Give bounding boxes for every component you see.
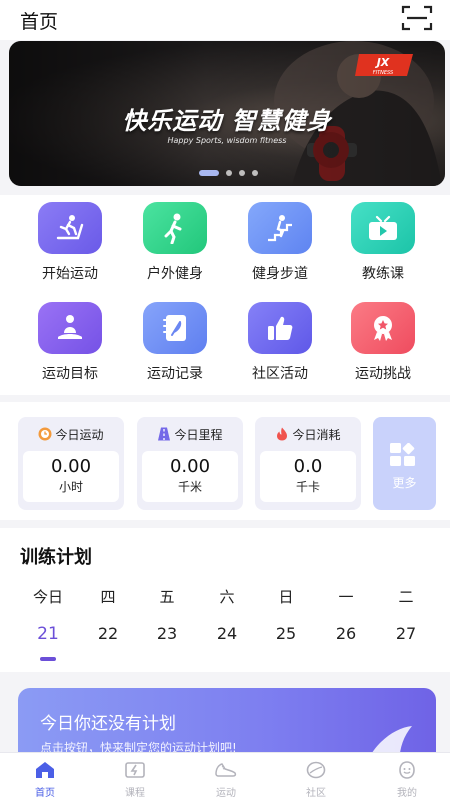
stat-card-mileage[interactable]: 今日里程 0.00 千米 (137, 417, 243, 510)
shortcut-outdoor-fitness[interactable]: 户外健身 (125, 195, 225, 290)
notebook-icon (143, 302, 207, 354)
stat-title: 今日里程 (174, 428, 223, 442)
shortcut-exercise-challenge[interactable]: 运动挑战 (333, 295, 433, 390)
stat-card-calories[interactable]: 今日消耗 0.0 千卡 (255, 417, 361, 510)
community-icon (306, 761, 326, 779)
course-icon (125, 762, 145, 778)
stairs-icon (248, 202, 312, 254)
weekday-label: 一 (338, 588, 354, 606)
date-label: 26 (335, 624, 357, 643)
stat-unit: 千米 (177, 480, 202, 494)
profile-icon (399, 761, 415, 779)
treadmill-icon (38, 202, 102, 254)
day-item[interactable]: 一 26 (326, 586, 366, 643)
tab-home[interactable]: 首页 (15, 759, 75, 799)
section-title: 训练计划 (20, 547, 92, 568)
tab-label: 首页 (35, 788, 55, 799)
training-plan: 训练计划 今日 21 四 22 五 23 六 24 日 25 一 26 二 27 (0, 528, 450, 672)
stat-value: 0.00 (50, 456, 92, 477)
stat-title: 今日运动 (55, 428, 104, 442)
sneaker-icon (215, 763, 237, 777)
weekday-label: 四 (100, 588, 116, 606)
weekday-label: 五 (159, 588, 175, 606)
day-item[interactable]: 五 23 (147, 586, 187, 643)
promo-banner[interactable]: JX FITNESS 快乐运动 智慧健身 Happy Sports, wisdo… (9, 41, 445, 186)
more-label: 更多 (392, 476, 417, 490)
day-item[interactable]: 二 27 (386, 586, 426, 643)
top-bar: 首页 (0, 0, 450, 40)
weekday-label: 六 (219, 588, 235, 606)
day-item[interactable]: 日 25 (266, 586, 306, 643)
shortcut-label: 运动记录 (147, 366, 203, 382)
day-item[interactable]: 四 22 (88, 586, 128, 643)
logo-text: JX (375, 56, 390, 69)
more-stats-button[interactable]: 更多 (373, 417, 436, 510)
carousel-dot[interactable] (199, 170, 219, 176)
today-stats: 今日运动 0.00 小时 今日里程 0.00 千米 今日消耗 0.0 千卡 更多 (0, 402, 450, 520)
date-label: 22 (97, 624, 119, 643)
date-label: 23 (156, 624, 178, 643)
shortcut-label: 运动目标 (42, 366, 98, 382)
stat-title: 今日消耗 (292, 428, 341, 442)
promo-title: 今日你还没有计划 (40, 714, 176, 734)
widgets-icon (390, 443, 415, 466)
tab-community[interactable]: 社区 (286, 759, 346, 799)
tab-profile[interactable]: 我的 (377, 759, 437, 799)
stat-value: 0.00 (169, 456, 211, 477)
shortcut-label: 运动挑战 (355, 366, 411, 382)
banner-headline: 快乐运动 智慧健身 (122, 107, 332, 135)
tab-label: 课程 (125, 788, 145, 799)
shortcut-exercise-goal[interactable]: 运动目标 (20, 295, 120, 390)
stat-card-exercise-time[interactable]: 今日运动 0.00 小时 (18, 417, 124, 510)
home-icon (36, 762, 54, 778)
shortcut-start-exercise[interactable]: 开始运动 (20, 195, 120, 290)
weekday-label: 今日 (32, 588, 63, 606)
logo-subtext: FITNESS (373, 70, 394, 76)
tv-icon (351, 202, 415, 254)
selected-day-indicator (40, 657, 56, 661)
banner-subtitle: Happy Sports, wisdom fitness (167, 136, 287, 145)
date-label: 25 (275, 624, 297, 643)
meditation-icon (38, 302, 102, 354)
tab-exercise[interactable]: 运动 (196, 759, 256, 799)
carousel-dot[interactable] (239, 170, 245, 176)
date-label: 27 (395, 624, 417, 643)
shortcut-fitness-trail[interactable]: 健身步道 (230, 195, 330, 290)
shortcut-label: 开始运动 (42, 266, 98, 282)
page-title: 首页 (20, 11, 59, 33)
thumbs-up-icon (248, 302, 312, 354)
tab-label: 运动 (216, 788, 236, 799)
tab-course[interactable]: 课程 (105, 759, 165, 799)
shortcut-grid: 开始运动 户外健身 健身步道 教练课 运动目标 运动记录 社区活动 运动挑战 (0, 195, 450, 395)
runner-icon (143, 202, 207, 254)
date-label: 24 (216, 624, 238, 643)
date-label: 21 (37, 624, 59, 644)
shortcut-community-activity[interactable]: 社区活动 (230, 295, 330, 390)
tab-label: 社区 (306, 788, 326, 799)
shortcut-exercise-record[interactable]: 运动记录 (125, 295, 225, 390)
medal-icon (351, 302, 415, 354)
shortcut-coach-class[interactable]: 教练课 (333, 195, 433, 290)
brand-logo: JX FITNESS (355, 54, 413, 76)
shortcut-label: 户外健身 (147, 266, 203, 282)
flame-icon (277, 427, 288, 441)
weekday-label: 日 (278, 588, 294, 606)
stat-unit: 小时 (58, 480, 83, 494)
bottom-tab-bar: 首页 课程 运动 社区 我的 (0, 752, 450, 800)
shortcut-label: 社区活动 (252, 366, 308, 382)
weekday-label: 二 (398, 588, 414, 606)
day-item[interactable]: 六 24 (207, 586, 247, 643)
shortcut-label: 健身步道 (252, 266, 308, 282)
stat-value: 0.0 (293, 456, 323, 477)
carousel-dot[interactable] (252, 170, 258, 176)
stat-unit: 千卡 (295, 480, 320, 494)
carousel-dots (199, 170, 258, 176)
shortcut-label: 教练课 (362, 266, 404, 282)
carousel-dot[interactable] (226, 170, 232, 176)
tab-label: 我的 (397, 788, 417, 799)
day-today[interactable]: 今日 21 (28, 586, 68, 661)
clock-icon (38, 427, 52, 441)
road-icon (158, 427, 171, 441)
scan-icon[interactable] (401, 4, 433, 32)
